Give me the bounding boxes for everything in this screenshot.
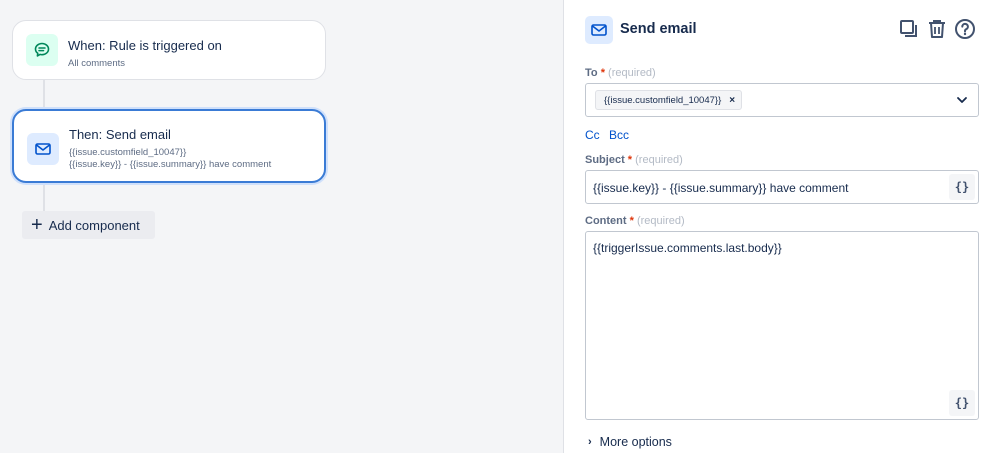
- duplicate-button[interactable]: [897, 17, 921, 41]
- smart-value-button[interactable]: {}: [949, 390, 975, 416]
- chevron-right-icon: ›: [588, 436, 592, 448]
- to-field[interactable]: {{issue.customfield_10047}} ×: [585, 83, 979, 117]
- mail-icon: [591, 24, 607, 36]
- help-icon: [955, 19, 975, 39]
- delete-button[interactable]: [925, 17, 949, 41]
- required-text: (required): [608, 67, 656, 79]
- to-label-text: To: [585, 67, 598, 79]
- action-icon-box: [27, 133, 59, 165]
- cc-link[interactable]: Cc: [585, 128, 600, 142]
- action-subject: {{issue.key}} - {{issue.summary}} have c…: [69, 159, 272, 170]
- recipient-chip-label: {{issue.customfield_10047}}: [604, 94, 722, 106]
- more-options-label: More options: [599, 435, 672, 449]
- subject-value: {{issue.key}} - {{issue.summary}} have c…: [593, 181, 849, 195]
- remove-chip-icon[interactable]: ×: [729, 95, 735, 106]
- subject-input[interactable]: {{issue.key}} - {{issue.summary}} have c…: [585, 170, 979, 204]
- content-value: {{triggerIssue.comments.last.body}}: [593, 241, 782, 255]
- panel-title: Send email: [620, 21, 697, 37]
- content-textarea[interactable]: {{triggerIssue.comments.last.body}} {}: [585, 231, 979, 420]
- trigger-subtitle: All comments: [68, 58, 126, 69]
- component-config-panel: Send email To * (required) {{issue.custo…: [563, 0, 999, 453]
- action-card-send-email[interactable]: Then: Send email {{issue.customfield_100…: [12, 109, 326, 183]
- content-label: Content * (required): [585, 215, 685, 227]
- content-label-text: Content: [585, 215, 627, 227]
- required-star: *: [629, 215, 634, 227]
- chevron-down-icon[interactable]: [956, 94, 968, 106]
- panel-icon-box: [585, 16, 613, 44]
- required-star: *: [627, 154, 633, 166]
- required-star: *: [600, 67, 605, 79]
- plus-icon: +: [31, 214, 43, 236]
- cc-bcc-row: Cc Bcc: [585, 128, 635, 142]
- rule-canvas: When: Rule is triggered on All comments …: [0, 0, 563, 453]
- required-text: (required): [636, 215, 685, 227]
- duplicate-icon: [900, 20, 917, 37]
- add-component-label: Add component: [48, 217, 140, 233]
- connector-line: [43, 80, 45, 109]
- subject-label: Subject * (required): [585, 154, 683, 166]
- recipient-chip[interactable]: {{issue.customfield_10047}} ×: [595, 90, 743, 110]
- add-component-button[interactable]: + Add component: [22, 211, 155, 239]
- bcc-link[interactable]: Bcc: [609, 128, 629, 142]
- subject-label-text: Subject: [585, 154, 625, 166]
- trigger-icon-box: [26, 34, 58, 66]
- trigger-title: When: Rule is triggered on: [68, 38, 222, 53]
- comment-icon: [34, 42, 50, 57]
- to-label: To * (required): [585, 67, 656, 79]
- action-title: Then: Send email: [69, 127, 171, 142]
- action-recipient: {{issue.customfield_10047}}: [69, 147, 187, 158]
- help-button[interactable]: [953, 17, 977, 41]
- required-text: (required): [635, 154, 683, 166]
- more-options-toggle[interactable]: › More options: [588, 435, 672, 449]
- connector-line: [43, 183, 45, 211]
- mail-icon: [35, 143, 51, 155]
- trash-icon: [929, 20, 945, 38]
- trigger-card[interactable]: When: Rule is triggered on All comments: [12, 20, 326, 80]
- smart-value-button[interactable]: {}: [949, 174, 975, 200]
